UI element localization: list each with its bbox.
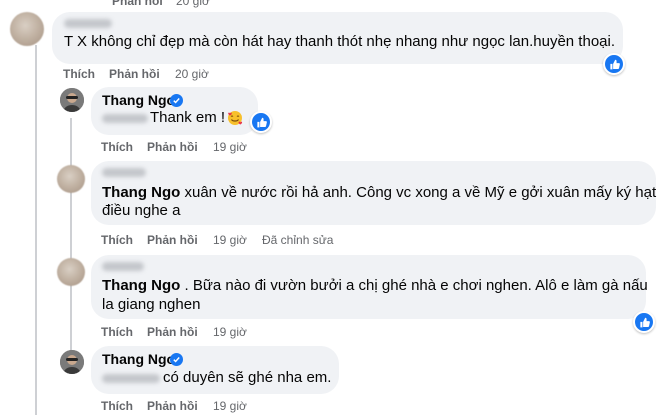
timestamp[interactable]: 20 giờ [176,0,210,8]
like-reaction-badge[interactable] [633,311,655,333]
comment-text: . Bữa nào đi vườn bưởi a chị ghé nhà e c… [180,277,648,294]
reply-link[interactable]: Phản hồi [147,325,198,339]
timestamp[interactable]: 19 giờ [213,325,247,339]
comment-text-line-2: la giang nghen [102,296,201,313]
comment-text: T X không chỉ đẹp mà còn hát hay thanh t… [64,33,616,50]
blurred-mention [102,374,160,383]
reply-link[interactable]: Phản hồi [147,140,198,154]
comment-text: xuân về nước rồi hả anh. Công vc xong a … [180,184,657,201]
reply-link[interactable]: Phản hồi [147,233,198,247]
verified-badge-icon [170,94,183,107]
avatar[interactable] [60,88,84,112]
thread-line [35,45,37,415]
like-icon [256,117,267,127]
comment-actions-partial: Phản hồi 20 giờ [100,0,240,8]
reply-link[interactable]: Phản hồi [112,0,163,8]
comment-actions: Thích Phản hồi 19 giờ [101,325,301,339]
blurred-author-name [64,19,112,28]
comment-actions: Thích Phản hồi 19 giờ Đã chỉnh sửa [101,233,361,247]
like-link[interactable]: Thích [63,67,95,81]
comment-actions: Thích Phản hồi 19 giờ [101,399,301,413]
reply-link[interactable]: Phản hồi [147,399,198,413]
comment-actions: Thích Phản hồi 19 giờ [101,140,301,154]
profile-photo [60,88,84,112]
edited-label: Đã chỉnh sửa [262,233,334,247]
comment-text: Thank em ! [150,109,226,126]
timestamp[interactable]: 19 giờ [213,233,247,247]
comment-text-line-2: điều nghe a [102,202,181,219]
like-link[interactable]: Thích [101,233,133,247]
timestamp[interactable]: 20 giờ [175,67,209,81]
like-reaction-badge[interactable] [250,111,272,133]
comment-author[interactable]: Thang Ngo [102,92,175,108]
blurred-author-name [102,262,144,271]
like-link[interactable]: Thích [101,140,133,154]
like-reaction-badge[interactable] [603,53,625,75]
avatar[interactable] [57,165,85,193]
comment-author[interactable]: Thang Ngo [102,351,175,367]
avatar[interactable] [10,12,44,46]
profile-photo [60,350,84,374]
smiling-face-with-hearts-icon [227,110,243,126]
mention-link[interactable]: Thang Ngo [102,277,180,294]
verified-badge-icon [170,353,183,366]
like-icon [609,59,620,69]
like-icon [639,317,650,327]
comment-text-line-1: Thang Ngo xuân về nước rồi hả anh. Công … [102,182,656,204]
timestamp[interactable]: 19 giờ [213,140,247,154]
comment-text: có duyên sẽ ghé nha em. [163,369,332,386]
avatar[interactable] [57,258,85,286]
like-link[interactable]: Thích [101,325,133,339]
blurred-mention [102,114,148,123]
thread-line [70,118,72,368]
avatar[interactable] [60,350,84,374]
mention-link[interactable]: Thang Ngo [102,184,180,201]
blurred-author-name [102,168,146,177]
timestamp[interactable]: 19 giờ [213,399,247,413]
like-link[interactable]: Thích [101,399,133,413]
reply-link[interactable]: Phản hồi [109,67,160,81]
comment-actions: Thích Phản hồi 20 giờ [63,67,263,81]
